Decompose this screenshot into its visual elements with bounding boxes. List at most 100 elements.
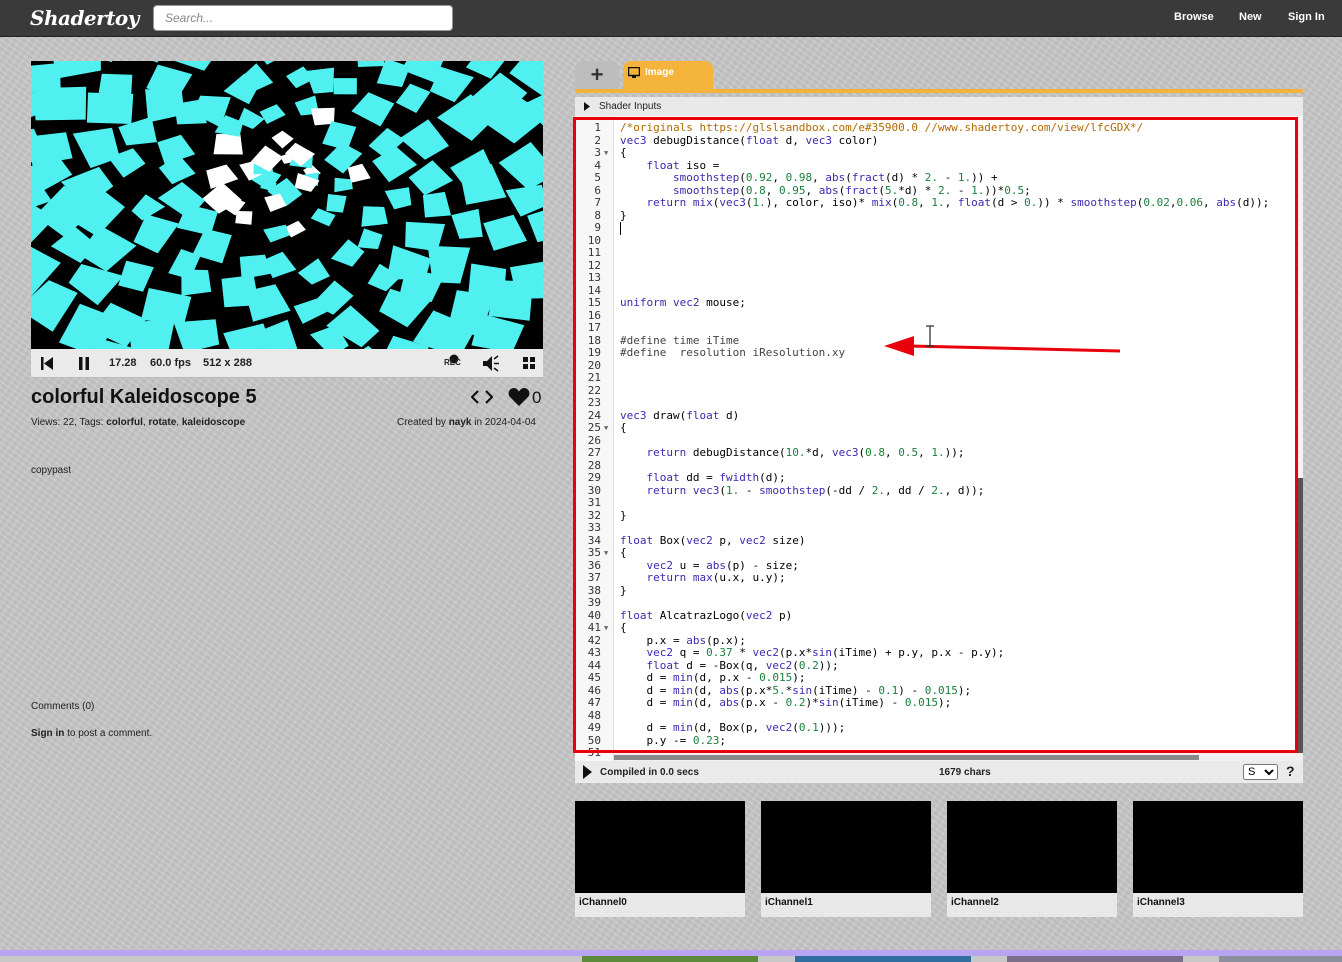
- code-text: {: [620, 546, 627, 559]
- code-line[interactable]: 22: [575, 384, 1303, 398]
- channel-3-label: iChannel3: [1137, 897, 1185, 908]
- help-button[interactable]: ?: [1286, 763, 1295, 779]
- add-tab-button[interactable]: +: [575, 61, 619, 89]
- code-line[interactable]: 12: [575, 259, 1303, 273]
- code-line[interactable]: 32}: [575, 509, 1303, 523]
- volume-icon[interactable]: [482, 349, 500, 378]
- code-line[interactable]: 8}: [575, 209, 1303, 223]
- expand-arrow-icon: [584, 102, 590, 114]
- code-line[interactable]: 50 p.y -= 0.23;: [575, 734, 1303, 748]
- fold-arrow-icon[interactable]: ▼: [604, 547, 608, 560]
- kaleido-shard: [505, 184, 543, 217]
- channel-0[interactable]: iChannel0: [575, 801, 745, 917]
- font-size-select[interactable]: S: [1243, 764, 1278, 780]
- code-line[interactable]: 49 d = min(d, Box(p, vec2(0.1)));: [575, 721, 1303, 735]
- kaleido-shard: [133, 214, 179, 254]
- code-line[interactable]: 35 ▼ {: [575, 546, 1303, 560]
- tag-colorful[interactable]: colorful: [106, 417, 143, 428]
- nav-browse[interactable]: Browse: [1174, 11, 1214, 23]
- channel-3-preview[interactable]: [1133, 801, 1303, 893]
- nav-new[interactable]: New: [1239, 11, 1262, 23]
- code-line[interactable]: 43 vec2 q = 0.37 * vec2(p.x*sin(iTime) +…: [575, 646, 1303, 660]
- shader-canvas[interactable]: [31, 61, 543, 349]
- related-thumb-1[interactable]: [582, 956, 758, 962]
- code-line[interactable]: 24 vec3 draw(float d): [575, 409, 1303, 423]
- record-icon[interactable]: REC: [443, 349, 465, 378]
- channel-2[interactable]: iChannel2: [947, 801, 1117, 917]
- code-line[interactable]: 34 float Box(vec2 p, vec2 size): [575, 534, 1303, 548]
- kaleidoscope-render: [31, 61, 543, 349]
- code-line[interactable]: 2 vec3 debugDistance(float d, vec3 color): [575, 134, 1303, 148]
- code-line[interactable]: 3 ▼ {: [575, 146, 1303, 160]
- line-number: 25: [587, 421, 601, 434]
- player-controls: 17.28 60.0 fps 512 x 288 REC: [31, 349, 543, 378]
- code-line[interactable]: 37 return max(u.x, u.y);: [575, 571, 1303, 585]
- related-thumb-3[interactable]: [1007, 956, 1183, 962]
- comment-sign-in-link[interactable]: Sign in: [31, 728, 64, 739]
- shader-inputs-toggle[interactable]: Shader Inputs: [575, 97, 1303, 116]
- code-line[interactable]: 21: [575, 371, 1303, 385]
- kaleido-shard: [488, 280, 533, 321]
- code-line[interactable]: 38}: [575, 584, 1303, 598]
- kaleido-shard: [259, 104, 286, 124]
- code-line[interactable]: 39: [575, 596, 1303, 610]
- code-line[interactable]: 19 #define resolution iResolution.xy: [575, 346, 1303, 360]
- code-line[interactable]: 31: [575, 496, 1303, 510]
- tab-image[interactable]: Image: [623, 61, 713, 89]
- channel-3[interactable]: iChannel3: [1133, 801, 1303, 917]
- code-line[interactable]: 13: [575, 271, 1303, 285]
- kaleido-shard: [98, 73, 133, 96]
- shadertoy-logo[interactable]: Shadertoy: [30, 6, 139, 30]
- author-link[interactable]: nayk: [449, 417, 472, 428]
- code-text: d = min(d, Box(p, vec2(0.1)));: [620, 721, 846, 734]
- pause-icon[interactable]: [77, 349, 91, 378]
- fps-readout: 60.0 fps: [150, 357, 191, 369]
- compile-play-icon[interactable]: [583, 765, 592, 782]
- vertical-scroll-thumb[interactable]: [1297, 478, 1303, 753]
- channel-1-preview[interactable]: [761, 801, 931, 893]
- channel-0-preview[interactable]: [575, 801, 745, 893]
- tag-rotate[interactable]: rotate: [148, 417, 176, 428]
- fold-arrow-icon[interactable]: ▼: [604, 147, 608, 160]
- code-line[interactable]: 7 return mix(vec3(1.), color, iso)* mix(…: [575, 196, 1303, 210]
- code-line[interactable]: 16: [575, 309, 1303, 323]
- fold-arrow-icon[interactable]: ▼: [604, 422, 608, 435]
- line-number: 37: [587, 571, 601, 584]
- channel-2-preview[interactable]: [947, 801, 1117, 893]
- nav-sign-in[interactable]: Sign In: [1288, 11, 1325, 23]
- fullscreen-icon[interactable]: [522, 349, 536, 378]
- heart-icon[interactable]: [508, 387, 530, 412]
- code-line[interactable]: 27 return debugDistance(10.*d, vec3(0.8,…: [575, 446, 1303, 460]
- code-line[interactable]: 9: [575, 221, 1303, 235]
- related-shaders-strip: [0, 956, 1342, 962]
- skip-back-icon[interactable]: [40, 349, 54, 378]
- code-line[interactable]: 15 uniform vec2 mouse;: [575, 296, 1303, 310]
- code-line[interactable]: 47 d = min(d, abs(p.x - 0.2)*sin(iTime) …: [575, 696, 1303, 710]
- kaleido-shard: [263, 224, 290, 243]
- related-thumb-2[interactable]: [795, 956, 971, 962]
- code-text: {: [620, 146, 627, 159]
- code-line[interactable]: 10: [575, 234, 1303, 248]
- code-line[interactable]: 40 float AlcatrazLogo(vec2 p): [575, 609, 1303, 623]
- channel-1[interactable]: iChannel1: [761, 801, 931, 917]
- code-editor[interactable]: 1 /*originals https://glslsandbox.com/e#3…: [575, 116, 1303, 761]
- code-line[interactable]: 11: [575, 246, 1303, 260]
- code-text: return vec3(1. - smoothstep(-dd / 2., dd…: [646, 483, 985, 497]
- kaleido-shard: [221, 275, 259, 308]
- code-line[interactable]: 25 ▼ {: [575, 421, 1303, 435]
- horizontal-scroll-thumb[interactable]: [614, 755, 1199, 760]
- related-thumb-4[interactable]: [1219, 956, 1342, 962]
- tag-kaleidoscope[interactable]: kaleidoscope: [182, 417, 245, 428]
- code-line[interactable]: 1 /*originals https://glslsandbox.com/e#3…: [575, 121, 1303, 135]
- fold-arrow-icon[interactable]: ▼: [604, 622, 608, 635]
- code-line[interactable]: 23: [575, 396, 1303, 410]
- code-icon[interactable]: [470, 388, 494, 411]
- editor-vertical-scrollbar[interactable]: [1297, 116, 1303, 753]
- code-line[interactable]: 20: [575, 359, 1303, 373]
- code-line[interactable]: 41 ▼ {: [575, 621, 1303, 635]
- code-line[interactable]: 33: [575, 521, 1303, 535]
- editor-horizontal-scrollbar[interactable]: [614, 753, 1303, 761]
- code-line[interactable]: 30 return vec3(1. - smoothstep(-dd / 2.,…: [575, 483, 1303, 498]
- shader-description: copypast: [31, 465, 72, 476]
- search-input[interactable]: [153, 5, 453, 31]
